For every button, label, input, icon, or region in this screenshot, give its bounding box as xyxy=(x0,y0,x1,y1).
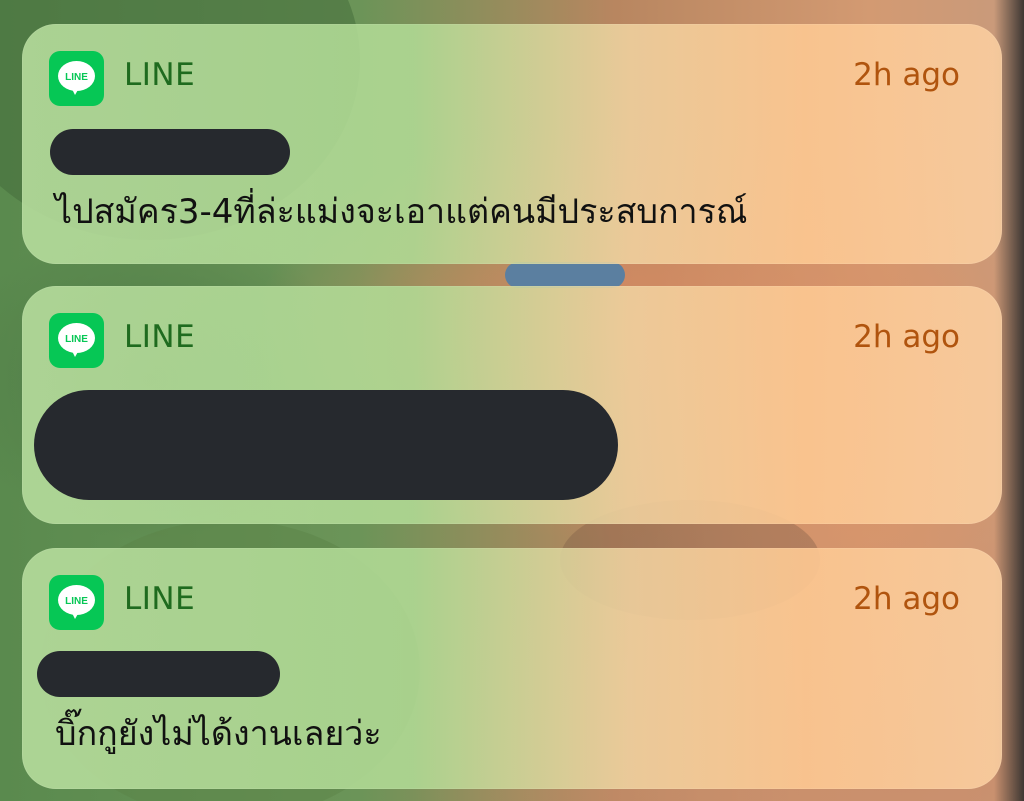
line-logo-text: LINE xyxy=(65,596,88,607)
notification-card[interactable]: LINE LINE 2h ago xyxy=(22,286,1002,524)
line-app-icon: LINE xyxy=(49,575,104,630)
app-name: LINE xyxy=(124,581,196,617)
line-app-icon: LINE xyxy=(49,51,104,106)
app-name: LINE xyxy=(124,57,196,93)
line-app-icon: LINE xyxy=(49,313,104,368)
notification-time: 2h ago xyxy=(853,319,960,355)
notification-message: บิ๊กกูยังไม่ได้งานเลยว่ะ xyxy=(55,714,382,754)
line-logo-text: LINE xyxy=(65,334,88,345)
notification-time: 2h ago xyxy=(853,581,960,617)
notification-card[interactable]: LINE LINE 2h ago บิ๊กกูยังไม่ได้งานเลยว่… xyxy=(22,548,1002,789)
notification-card[interactable]: LINE LINE 2h ago ไปสมัคร3-4ที่ล่ะแม่งจะเ… xyxy=(22,24,1002,264)
redacted-content xyxy=(34,390,618,500)
app-name: LINE xyxy=(124,319,196,355)
redacted-sender xyxy=(37,651,280,697)
line-logo-text: LINE xyxy=(65,72,88,83)
redacted-sender xyxy=(50,129,290,175)
notification-message: ไปสมัคร3-4ที่ล่ะแม่งจะเอาแต่คนมีประสบการ… xyxy=(55,192,748,232)
notification-time: 2h ago xyxy=(853,57,960,93)
